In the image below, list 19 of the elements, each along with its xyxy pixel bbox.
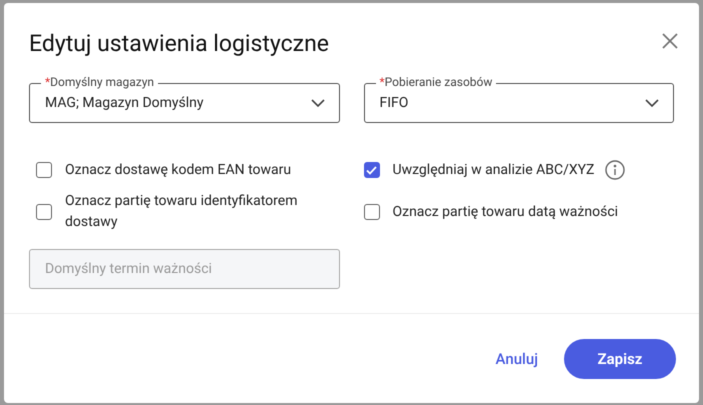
checkbox-label: Uwzględniaj w analizie ABC/XYZ — [392, 160, 594, 180]
cancel-button[interactable]: Anuluj — [494, 348, 540, 370]
checkbox[interactable] — [36, 204, 52, 220]
select-value: FIFO — [380, 94, 408, 112]
select-label: *Domyślny magazyn — [41, 75, 158, 89]
chevron-down-icon — [645, 99, 659, 107]
chevron-down-icon — [310, 99, 324, 107]
select-label: *Pobieranie zasobów — [376, 75, 496, 89]
checkbox[interactable] — [36, 162, 52, 178]
select-value: MAG; Magazyn Domyślny — [45, 94, 204, 112]
checkbox-label: Oznacz partię towaru datą ważności — [392, 202, 618, 222]
save-button[interactable]: Zapisz — [564, 339, 676, 379]
dialog-title: Edytuj ustawienia logistyczne — [29, 29, 329, 59]
info-icon[interactable] — [605, 160, 626, 180]
close-icon[interactable] — [661, 32, 679, 50]
checkbox-label: Oznacz dostawę kodem EAN towaru — [65, 160, 292, 180]
checkbox-label: Oznacz partię towaru identyfikatorem dostawy — [65, 192, 298, 232]
checkbox[interactable] — [364, 204, 380, 220]
checkbox[interactable] — [364, 162, 380, 178]
